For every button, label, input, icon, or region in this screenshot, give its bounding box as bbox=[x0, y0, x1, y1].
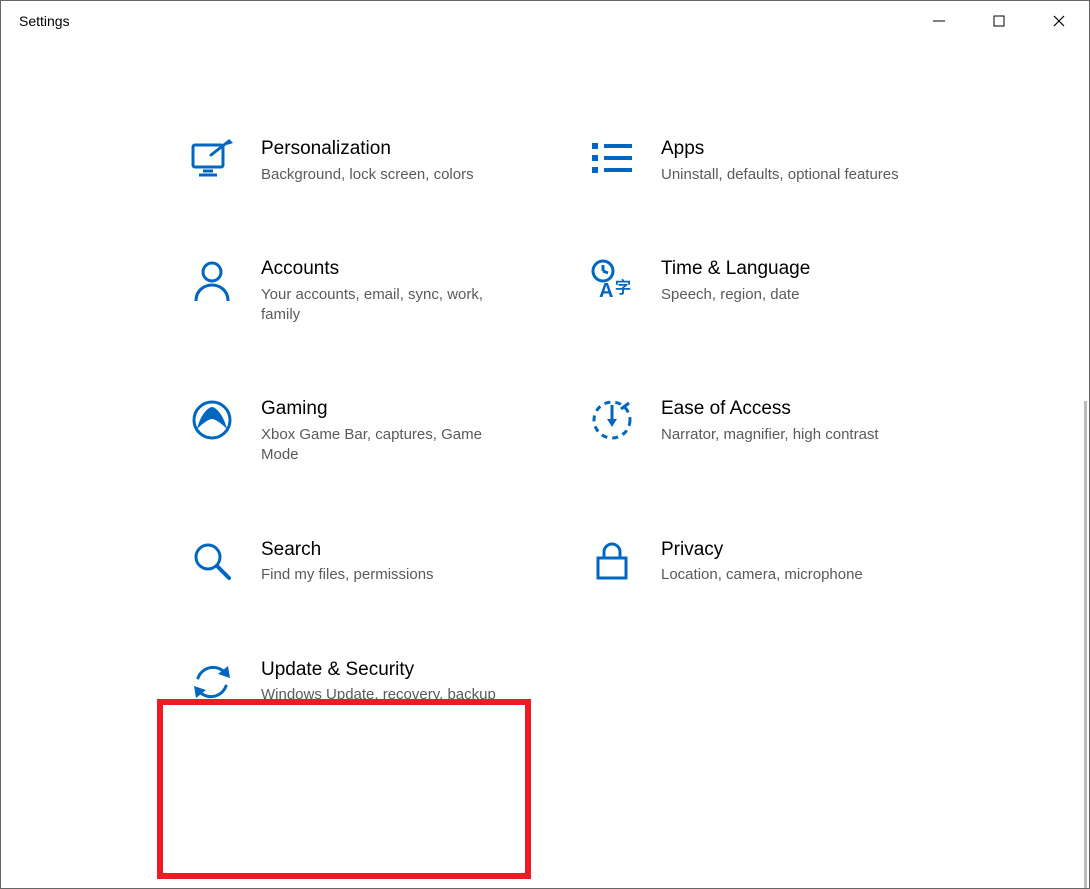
tile-desc: Xbox Game Bar, captures, Game Mode bbox=[261, 425, 521, 466]
tile-desc: Find my files, permissions bbox=[261, 565, 521, 585]
tile-desc: Uninstall, defaults, optional features bbox=[661, 165, 921, 185]
tile-update-security[interactable]: Update & Security Windows Update, recove… bbox=[181, 652, 541, 712]
tile-search[interactable]: Search Find my files, permissions bbox=[181, 532, 541, 592]
minimize-button[interactable] bbox=[909, 1, 969, 41]
tile-label: Update & Security bbox=[261, 658, 535, 682]
tile-label: Accounts bbox=[261, 257, 535, 281]
window-title: Settings bbox=[19, 13, 70, 29]
ease-of-access-icon bbox=[587, 397, 637, 441]
tile-gaming[interactable]: Gaming Xbox Game Bar, captures, Game Mod… bbox=[181, 391, 541, 471]
scrollbar[interactable] bbox=[1084, 401, 1087, 888]
settings-window: Settings bbox=[0, 0, 1090, 889]
settings-grid: Personalization Background, lock screen,… bbox=[1, 41, 1089, 712]
content-area: Personalization Background, lock screen,… bbox=[1, 41, 1089, 888]
tile-label: Personalization bbox=[261, 137, 535, 161]
titlebar: Settings bbox=[1, 1, 1089, 41]
tile-desc: Narrator, magnifier, high contrast bbox=[661, 425, 921, 445]
tile-privacy[interactable]: Privacy Location, camera, microphone bbox=[581, 532, 941, 592]
tile-label: Time & Language bbox=[661, 257, 935, 281]
tile-apps[interactable]: Apps Uninstall, defaults, optional featu… bbox=[581, 131, 941, 191]
accounts-icon bbox=[187, 257, 237, 303]
time-language-icon: A 字 bbox=[587, 257, 637, 301]
tile-desc: Speech, region, date bbox=[661, 285, 921, 305]
maximize-button[interactable] bbox=[969, 1, 1029, 41]
tile-desc: Your accounts, email, sync, work, family bbox=[261, 285, 521, 326]
tile-desc: Background, lock screen, colors bbox=[261, 165, 521, 185]
privacy-icon bbox=[587, 538, 637, 582]
tile-desc: Windows Update, recovery, backup bbox=[261, 685, 521, 705]
close-icon bbox=[1052, 14, 1066, 28]
search-icon bbox=[187, 538, 237, 582]
gaming-icon bbox=[187, 397, 237, 441]
svg-text:A: A bbox=[599, 280, 613, 301]
highlight-box bbox=[157, 699, 531, 879]
apps-icon bbox=[587, 137, 637, 177]
tile-time-language[interactable]: A 字 Time & Language Speech, region, date bbox=[581, 251, 941, 331]
tile-ease-of-access[interactable]: Ease of Access Narrator, magnifier, high… bbox=[581, 391, 941, 471]
tile-label: Ease of Access bbox=[661, 397, 935, 421]
window-controls bbox=[909, 1, 1089, 41]
minimize-icon bbox=[932, 14, 946, 28]
tile-label: Gaming bbox=[261, 397, 535, 421]
tile-label: Search bbox=[261, 538, 535, 562]
close-button[interactable] bbox=[1029, 1, 1089, 41]
tile-label: Privacy bbox=[661, 538, 935, 562]
maximize-icon bbox=[992, 14, 1006, 28]
tile-accounts[interactable]: Accounts Your accounts, email, sync, wor… bbox=[181, 251, 541, 331]
svg-text:字: 字 bbox=[615, 278, 631, 297]
tile-personalization[interactable]: Personalization Background, lock screen,… bbox=[181, 131, 541, 191]
personalization-icon bbox=[187, 137, 237, 179]
update-security-icon bbox=[187, 658, 237, 704]
tile-label: Apps bbox=[661, 137, 935, 161]
tile-desc: Location, camera, microphone bbox=[661, 565, 921, 585]
